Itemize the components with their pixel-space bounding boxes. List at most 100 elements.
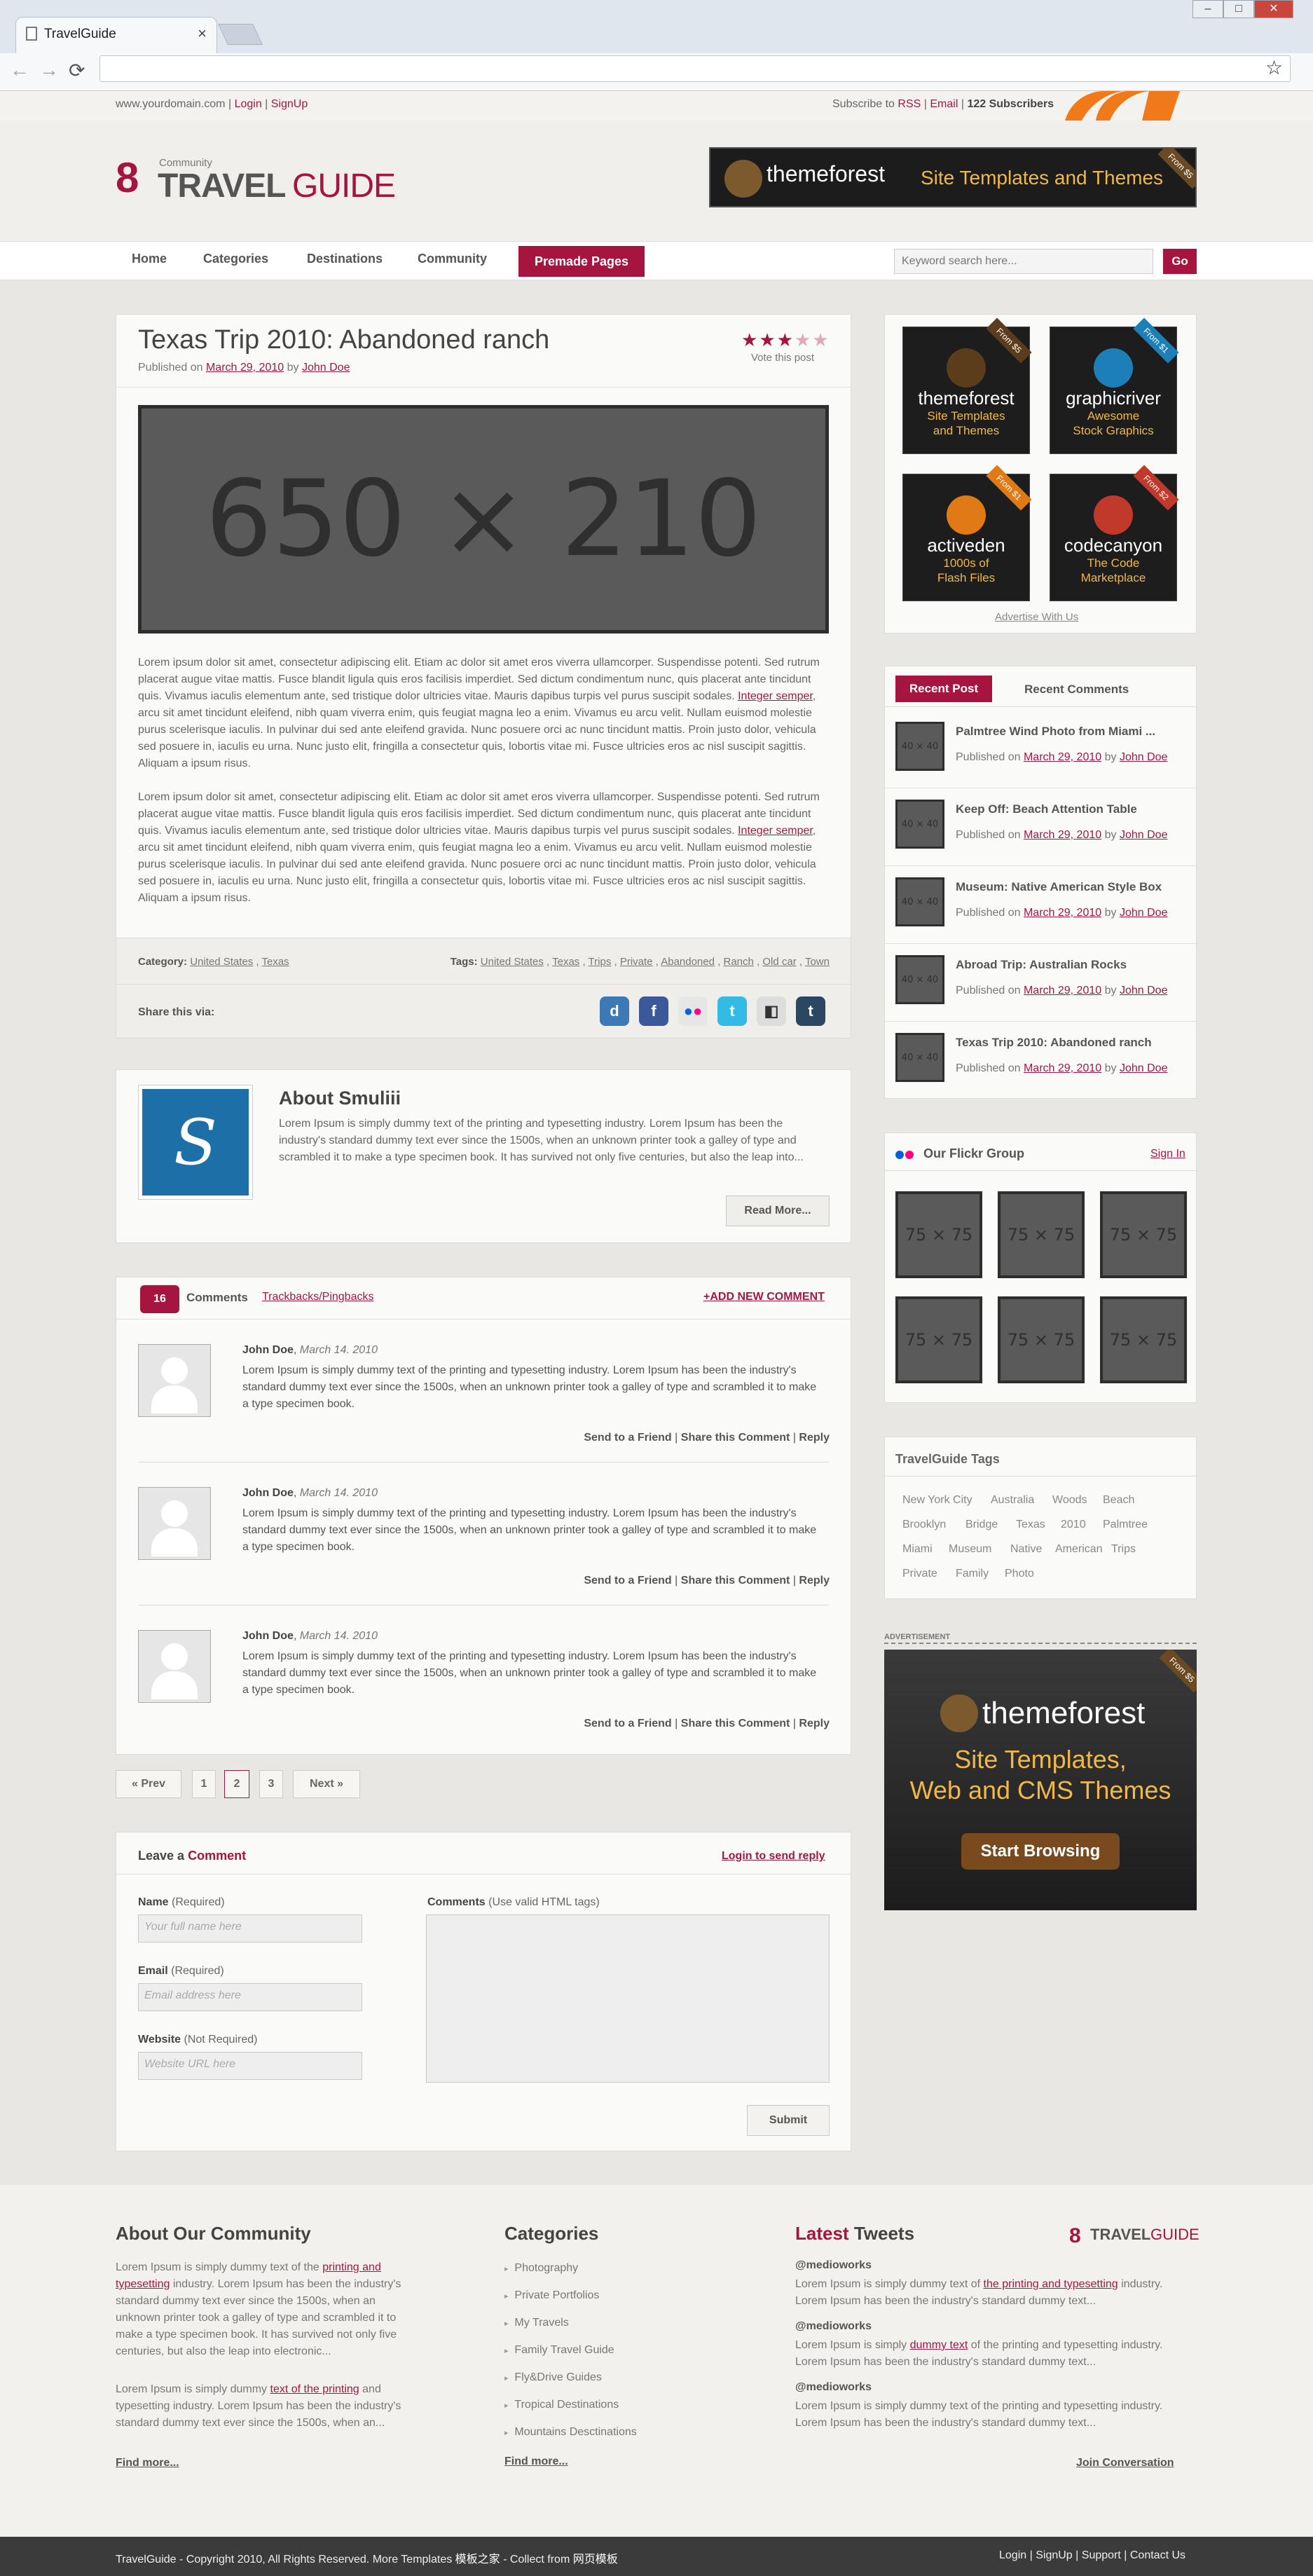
rating-star-icon[interactable]: ★ xyxy=(812,329,830,350)
delicious-icon[interactable]: ◧ xyxy=(757,996,786,1026)
tag-link[interactable]: United States xyxy=(481,956,544,968)
tag-cloud-link[interactable]: Bridge xyxy=(965,1519,998,1531)
tag-cloud-link[interactable]: 2010 xyxy=(1061,1519,1086,1531)
tweet-handle[interactable]: @medioworks xyxy=(795,2259,872,2272)
sidebar-ad-activeden[interactable]: activeden 1000s of Flash Files From $1 xyxy=(902,465,1032,601)
footer-category-link[interactable]: ▸ Private Portfolios xyxy=(504,2289,599,2302)
tag-cloud-link[interactable]: American xyxy=(1055,1543,1103,1556)
minimize-icon[interactable]: – xyxy=(1192,0,1223,18)
tag-cloud-link[interactable]: Family xyxy=(956,1568,989,1580)
tag-cloud-link[interactable]: Photo xyxy=(1005,1568,1034,1580)
tweet-handle[interactable]: @medioworks xyxy=(795,2320,872,2333)
footer-category-link[interactable]: ▸ Family Travel Guide xyxy=(504,2344,614,2357)
page-3-button[interactable]: 3 xyxy=(259,1770,283,1798)
tweet-handle[interactable]: @medioworks xyxy=(795,2381,872,2394)
recent-post-date-link[interactable]: March 29, 2010 xyxy=(1024,751,1101,763)
tag-cloud-link[interactable]: Palmtree xyxy=(1103,1519,1148,1531)
facebook-icon[interactable]: f xyxy=(639,996,668,1026)
website-input[interactable]: Website URL here xyxy=(138,2052,362,2080)
comments-textarea[interactable] xyxy=(426,1914,830,2083)
recent-post-title[interactable]: Keep Off: Beach Attention Table xyxy=(956,802,1137,816)
sidebar-ad-themeforest[interactable]: themeforest Site Templates and Themes From … xyxy=(902,317,1032,454)
prev-page-button[interactable]: « Prev xyxy=(116,1770,181,1798)
recent-post-thumbnail[interactable]: 40 × 40 xyxy=(895,877,944,926)
rating-star-icon[interactable]: ★ xyxy=(741,329,759,350)
recent-post-author-link[interactable]: John Doe xyxy=(1120,829,1168,841)
recent-post-title[interactable]: Texas Trip 2010: Abandoned ranch xyxy=(956,1036,1152,1050)
rating-star-icon[interactable]: ★ xyxy=(759,329,776,350)
tag-cloud-link[interactable]: Brooklyn xyxy=(902,1519,946,1531)
tag-link[interactable]: Old car xyxy=(762,956,796,968)
tumblr-icon[interactable]: t xyxy=(796,996,825,1026)
star-rating[interactable]: ★★★★★ xyxy=(741,329,830,351)
read-more-button[interactable]: Read More... xyxy=(726,1195,830,1226)
email-link[interactable]: Email xyxy=(930,98,958,110)
footer-category-link[interactable]: ▸ Photography xyxy=(504,2262,578,2275)
search-input[interactable] xyxy=(894,249,1153,274)
flickr-photo[interactable]: 75 × 75 xyxy=(998,1296,1085,1383)
header-ad-banner[interactable]: themeforest Site Templates and Themes Fr… xyxy=(709,147,1197,207)
start-browsing-button[interactable]: Start Browsing xyxy=(961,1833,1120,1870)
recent-post-thumbnail[interactable]: 40 × 40 xyxy=(895,722,944,771)
flickr-sign-in-link[interactable]: Sign In xyxy=(1150,1148,1185,1160)
send-to-friend-link[interactable]: Send to a Friend xyxy=(584,1575,671,1587)
tab-close-icon[interactable]: × xyxy=(198,25,207,43)
bottom-signup-link[interactable]: SignUp xyxy=(1036,2549,1072,2561)
send-to-friend-link[interactable]: Send to a Friend xyxy=(584,1718,671,1729)
post-author-link[interactable]: John Doe xyxy=(302,362,350,374)
recent-post-thumbnail[interactable]: 40 × 40 xyxy=(895,800,944,849)
footer-category-link[interactable]: ▸ Mountains Desctinations xyxy=(504,2426,637,2439)
recent-post-author-link[interactable]: John Doe xyxy=(1120,1062,1168,1074)
footer-category-link[interactable]: ▸ Fly&Drive Guides xyxy=(504,2371,602,2384)
post-date-link[interactable]: March 29, 2010 xyxy=(206,362,284,374)
recent-post-author-link[interactable]: John Doe xyxy=(1120,907,1168,919)
nav-home[interactable]: Home xyxy=(132,252,167,266)
footer-categories-find-more[interactable]: Find more... xyxy=(504,2455,568,2468)
tag-link[interactable]: Trips xyxy=(589,956,612,968)
email-input[interactable]: Email address here xyxy=(138,1983,362,2011)
reply-link[interactable]: Reply xyxy=(799,1575,830,1587)
submit-button[interactable]: Submit xyxy=(747,2105,830,2136)
sidebar-ad-codecanyon[interactable]: codecanyon The Code Marketplace From $2 xyxy=(1050,465,1179,601)
bookmark-star-icon[interactable]: ☆ xyxy=(1265,56,1283,79)
send-to-friend-link[interactable]: Send to a Friend xyxy=(584,1432,671,1444)
forward-icon[interactable]: → xyxy=(39,59,59,81)
share-comment-link[interactable]: Share this Comment xyxy=(681,1575,790,1587)
next-page-button[interactable]: Next » xyxy=(293,1770,360,1798)
category-link[interactable]: United States xyxy=(190,956,253,968)
big-ad-banner[interactable]: themeforest Site Templates, Web and CMS … xyxy=(884,1650,1197,1910)
browser-tab[interactable]: TravelGuide × xyxy=(15,17,217,53)
recent-post-date-link[interactable]: March 29, 2010 xyxy=(1024,829,1101,841)
category-link[interactable]: Texas xyxy=(261,956,289,968)
tag-link[interactable]: Texas xyxy=(552,956,579,968)
twitter-icon[interactable]: t xyxy=(717,996,747,1026)
rating-star-icon[interactable]: ★ xyxy=(795,329,812,350)
login-link[interactable]: Login xyxy=(235,98,262,110)
digg-icon[interactable]: d xyxy=(600,996,629,1026)
trackbacks-link[interactable]: Trackbacks/Pingbacks xyxy=(262,1291,373,1303)
tag-cloud-link[interactable]: Woods xyxy=(1052,1494,1087,1507)
recent-post-title[interactable]: Abroad Trip: Australian Rocks xyxy=(956,958,1127,972)
tag-link[interactable]: Town xyxy=(805,956,830,968)
tag-cloud-link[interactable]: Beach xyxy=(1103,1494,1134,1507)
paragraph-link[interactable]: Integer semper xyxy=(738,690,813,702)
tab-recent-post[interactable]: Recent Post xyxy=(895,676,992,702)
recent-post-date-link[interactable]: March 29, 2010 xyxy=(1024,907,1101,919)
rss-link[interactable]: RSS xyxy=(898,98,921,110)
flickr-photo[interactable]: 75 × 75 xyxy=(895,1296,982,1383)
page-2-button[interactable]: 2 xyxy=(224,1770,249,1798)
signup-link[interactable]: SignUp xyxy=(271,98,308,110)
nav-categories[interactable]: Categories xyxy=(203,252,268,266)
paragraph-link[interactable]: Integer semper xyxy=(738,825,813,837)
tag-cloud-link[interactable]: Native xyxy=(1010,1543,1042,1556)
flickr-photo[interactable]: 75 × 75 xyxy=(895,1191,982,1278)
share-comment-link[interactable]: Share this Comment xyxy=(681,1718,790,1729)
recent-post-title[interactable]: Museum: Native American Style Box xyxy=(956,880,1162,894)
bottom-contact-link[interactable]: Contact Us xyxy=(1130,2549,1185,2561)
flickr-photo[interactable]: 75 × 75 xyxy=(998,1191,1085,1278)
tag-link[interactable]: Private xyxy=(620,956,653,968)
flickr-icon[interactable]: ● ● xyxy=(678,996,708,1026)
tab-recent-comments[interactable]: Recent Comments xyxy=(1024,683,1129,697)
search-go-button[interactable]: Go xyxy=(1163,249,1197,274)
address-bar[interactable] xyxy=(99,55,1291,82)
